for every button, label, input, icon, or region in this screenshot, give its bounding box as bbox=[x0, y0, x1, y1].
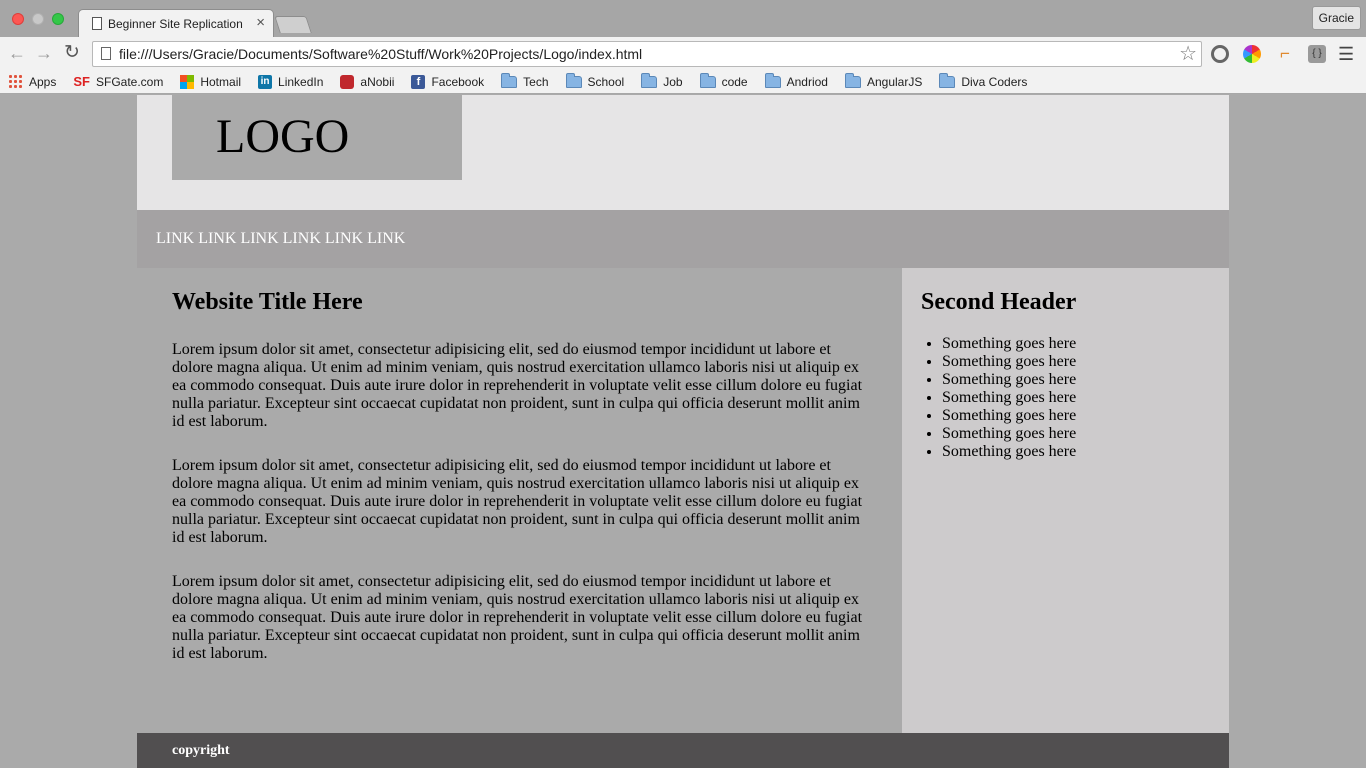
bookmark-label: SFGate.com bbox=[95, 74, 164, 89]
folder-icon bbox=[699, 72, 716, 88]
bookmark-folder-job[interactable]: Job bbox=[641, 72, 683, 89]
page-container: LOGO LINK LINK LINK LINK LINK LINK Websi… bbox=[137, 95, 1229, 768]
bookmark-label: Hotmail bbox=[200, 74, 242, 89]
bookmark-facebook[interactable]: f Facebook bbox=[411, 74, 485, 89]
browser-tab-active[interactable]: Beginner Site Replication × bbox=[78, 9, 274, 37]
bookmark-label: LinkedIn bbox=[278, 74, 324, 89]
bookmark-folder-school[interactable]: School bbox=[565, 72, 625, 89]
folder-icon bbox=[844, 72, 861, 88]
folder-icon bbox=[501, 72, 518, 88]
profile-button[interactable]: Gracie bbox=[1311, 6, 1361, 30]
bookmark-apps[interactable]: Apps bbox=[8, 74, 56, 89]
bookmark-label: Diva Coders bbox=[961, 74, 1028, 89]
opera-like-circle-icon[interactable] bbox=[1211, 45, 1229, 63]
sidebar-list: Something goes here Something goes here … bbox=[942, 335, 1076, 461]
bookmark-folder-andriod[interactable]: Andriod bbox=[764, 72, 828, 89]
nav-links: LINK LINK LINK LINK LINK LINK bbox=[156, 230, 405, 248]
nav-link-5[interactable]: LINK bbox=[325, 230, 363, 247]
apps-grid-icon bbox=[8, 74, 23, 89]
url-text[interactable]: file:///Users/Gracie/Documents/Software%… bbox=[119, 46, 642, 62]
bookmark-label: School bbox=[587, 74, 625, 89]
site-header: LOGO bbox=[137, 95, 1229, 210]
bookmark-folder-diva-coders[interactable]: Diva Coders bbox=[939, 72, 1028, 89]
page-title: Website Title Here bbox=[172, 289, 363, 315]
bookmark-label: Andriod bbox=[786, 74, 828, 89]
page-info-icon[interactable] bbox=[101, 47, 111, 60]
list-item: Something goes here bbox=[942, 371, 1076, 389]
ruler-icon[interactable]: ⌐ bbox=[1276, 45, 1294, 63]
body-paragraph: Lorem ipsum dolor sit amet, consectetur … bbox=[172, 341, 863, 430]
list-item: Something goes here bbox=[942, 389, 1076, 407]
nav-link-4[interactable]: LINK bbox=[283, 230, 321, 247]
nav-link-1[interactable]: LINK bbox=[156, 230, 194, 247]
hamburger-menu-icon[interactable]: ☰ bbox=[1338, 44, 1354, 64]
bookmarks-bar: Apps SF SFGate.com Hotmail in LinkedIn aNo… bbox=[0, 70, 1366, 94]
bookmark-linkedin[interactable]: in LinkedIn bbox=[258, 74, 324, 89]
bookmark-label: Job bbox=[663, 74, 683, 89]
browser-tab-strip: Beginner Site Replication × Gracie bbox=[0, 0, 1366, 37]
bookmark-folder-code[interactable]: code bbox=[699, 72, 748, 89]
sfgate-icon: SF bbox=[73, 74, 90, 89]
sidebar: Second Header Something goes here Someth… bbox=[902, 268, 1229, 733]
microsoft-icon bbox=[180, 74, 195, 89]
bookmark-label: AngularJS bbox=[866, 74, 923, 89]
folder-icon bbox=[764, 72, 781, 88]
nav-link-6[interactable]: LINK bbox=[367, 230, 405, 247]
bookmark-label: code bbox=[721, 74, 748, 89]
linkedin-icon: in bbox=[258, 74, 273, 89]
color-wheel-icon[interactable] bbox=[1243, 45, 1261, 63]
list-item: Something goes here bbox=[942, 443, 1076, 461]
bookmark-label: aNobii bbox=[360, 74, 395, 89]
bookmark-hotmail[interactable]: Hotmail bbox=[180, 74, 242, 89]
list-item: Something goes here bbox=[942, 407, 1076, 425]
nav-link-3[interactable]: LINK bbox=[240, 230, 278, 247]
bookmark-label: Facebook bbox=[431, 74, 485, 89]
folder-icon bbox=[641, 72, 658, 88]
site-nav: LINK LINK LINK LINK LINK LINK bbox=[137, 210, 1229, 268]
folder-icon bbox=[939, 72, 956, 88]
bookmark-star-icon[interactable]: ☆ bbox=[1179, 42, 1197, 66]
bookmark-folder-tech[interactable]: Tech bbox=[501, 72, 549, 89]
body-paragraph: Lorem ipsum dolor sit amet, consectetur … bbox=[172, 457, 863, 546]
reload-icon[interactable]: ↻ bbox=[61, 42, 83, 64]
nav-link-2[interactable]: LINK bbox=[198, 230, 236, 247]
address-bar[interactable]: file:///Users/Gracie/Documents/Software%… bbox=[92, 41, 1202, 67]
close-window-button[interactable] bbox=[12, 13, 24, 25]
minimize-window-button[interactable] bbox=[32, 13, 44, 25]
list-item: Something goes here bbox=[942, 335, 1076, 353]
json-braces-icon[interactable]: { } bbox=[1308, 45, 1326, 63]
forward-arrow-icon[interactable]: → bbox=[33, 42, 55, 64]
bookmark-folder-angularjs[interactable]: AngularJS bbox=[844, 72, 923, 89]
bookmark-sfgate[interactable]: SF SFGate.com bbox=[73, 74, 163, 89]
logo-box: LOGO bbox=[172, 95, 462, 180]
browser-viewport: LOGO LINK LINK LINK LINK LINK LINK Websi… bbox=[0, 95, 1366, 768]
browser-toolbar: ← → ↻ file:///Users/Gracie/Documents/Sof… bbox=[0, 37, 1366, 70]
bookmark-label: Apps bbox=[29, 74, 57, 89]
list-item: Something goes here bbox=[942, 353, 1076, 371]
copyright-text: copyright bbox=[172, 743, 230, 758]
anobii-icon bbox=[340, 74, 355, 89]
tab-close-icon[interactable]: × bbox=[256, 15, 265, 31]
back-arrow-icon[interactable]: ← bbox=[6, 42, 28, 64]
logo-text: LOGO bbox=[216, 110, 350, 163]
sidebar-title: Second Header bbox=[921, 289, 1077, 315]
folder-icon bbox=[565, 72, 582, 88]
bookmark-label: Tech bbox=[523, 74, 549, 89]
maximize-window-button[interactable] bbox=[52, 13, 64, 25]
body-paragraph: Lorem ipsum dolor sit amet, consectetur … bbox=[172, 573, 863, 662]
site-footer: copyright bbox=[137, 733, 1229, 768]
new-tab-button[interactable] bbox=[274, 16, 312, 33]
facebook-icon: f bbox=[411, 74, 426, 89]
bookmark-anobii[interactable]: aNobii bbox=[340, 74, 395, 89]
tab-title: Beginner Site Replication bbox=[108, 17, 243, 31]
list-item: Something goes here bbox=[942, 425, 1076, 443]
main-content: Website Title Here Lorem ipsum dolor sit… bbox=[137, 268, 902, 733]
document-icon bbox=[92, 17, 102, 30]
